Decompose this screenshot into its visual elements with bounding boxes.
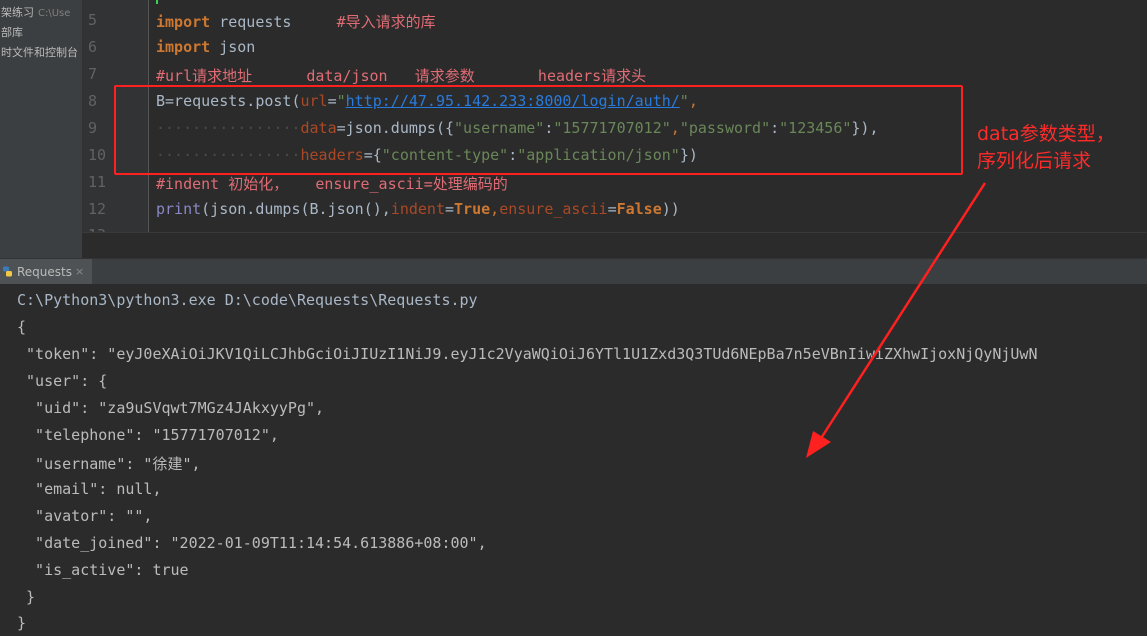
- annotation-arrow: [806, 182, 987, 458]
